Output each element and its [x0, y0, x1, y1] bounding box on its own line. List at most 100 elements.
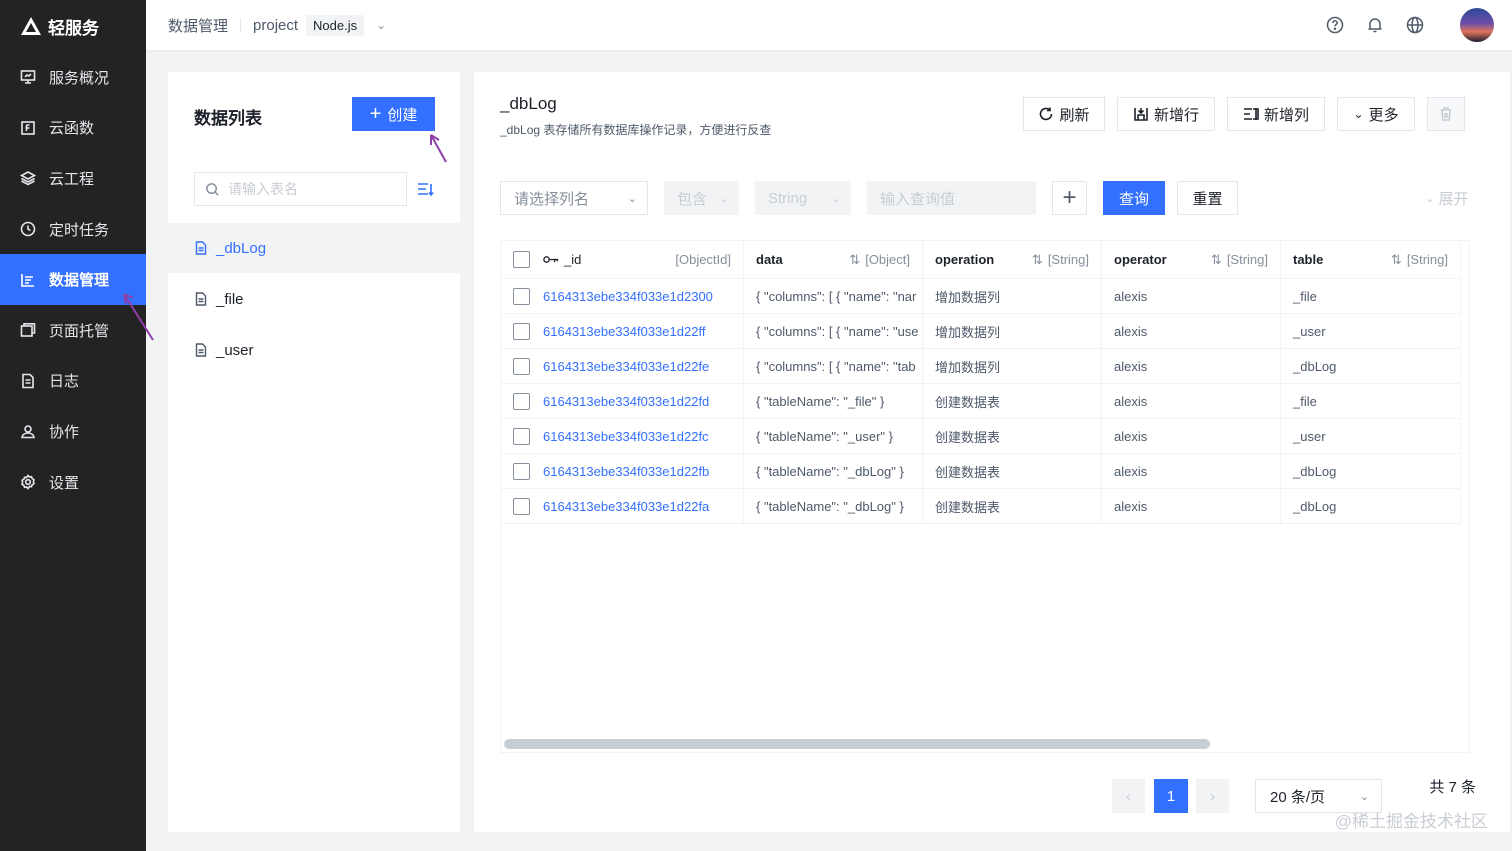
sort-arrows-icon[interactable]: ⇅	[849, 252, 860, 268]
next-page-button[interactable]: ›	[1196, 779, 1229, 813]
sort-arrows-icon[interactable]: ⇅	[1211, 252, 1222, 268]
table-row[interactable]: 6164313ebe334f033e1d2300 { "columns": [ {…	[501, 279, 1461, 314]
sort-icon[interactable]	[417, 181, 434, 197]
table-cell-table[interactable]: _dbLog	[1281, 349, 1461, 384]
reset-button[interactable]: 重置	[1177, 181, 1238, 215]
refresh-button[interactable]: 刷新	[1023, 97, 1105, 131]
row-checkbox[interactable]	[513, 497, 530, 515]
row-checkbox[interactable]	[513, 462, 530, 480]
table-cell-operator[interactable]: alexis	[1102, 279, 1281, 314]
table-row[interactable]: 6164313ebe334f033e1d22fb { "tableName": "…	[501, 454, 1461, 489]
record-id-link[interactable]: 6164313ebe334f033e1d2300	[543, 289, 713, 304]
bell-icon[interactable]	[1366, 16, 1384, 34]
table-cell-table[interactable]: _dbLog	[1281, 489, 1461, 524]
query-value-input[interactable]: 输入查询值	[867, 181, 1036, 215]
table-cell-operator[interactable]: alexis	[1102, 419, 1281, 454]
table-cell-data[interactable]: { "columns": [ { "name": "nar	[744, 279, 923, 314]
table-cell-id[interactable]: 6164313ebe334f033e1d22fd	[501, 384, 744, 419]
table-cell-id[interactable]: 6164313ebe334f033e1d22fa	[501, 489, 744, 524]
prev-page-button[interactable]: ‹	[1112, 779, 1145, 813]
nav-item-projects[interactable]: 云工程	[0, 153, 146, 204]
table-cell-id[interactable]: 6164313ebe334f033e1d22ff	[501, 314, 744, 349]
breadcrumb-section[interactable]: 数据管理	[168, 15, 228, 36]
table-cell-operator[interactable]: alexis	[1102, 489, 1281, 524]
record-id-link[interactable]: 6164313ebe334f033e1d22fe	[543, 359, 709, 374]
column-header-operation[interactable]: operation ⇅ [String]	[923, 241, 1102, 279]
table-cell-data[interactable]: { "tableName": "_dbLog" }	[744, 489, 923, 524]
record-id-link[interactable]: 6164313ebe334f033e1d22fa	[543, 499, 709, 514]
row-checkbox[interactable]	[513, 287, 530, 305]
add-condition-button[interactable]: +	[1052, 181, 1087, 215]
sort-arrows-icon[interactable]: ⇅	[1391, 252, 1402, 268]
table-row[interactable]: 6164313ebe334f033e1d22fd { "tableName": "…	[501, 384, 1461, 419]
table-cell-table[interactable]: _user	[1281, 419, 1461, 454]
row-checkbox[interactable]	[513, 427, 530, 445]
table-cell-id[interactable]: 6164313ebe334f033e1d22fc	[501, 419, 744, 454]
column-select[interactable]: 请选择列名 ⌄	[500, 181, 648, 215]
chevron-down-icon[interactable]: ⌄	[376, 18, 386, 32]
sort-arrows-icon[interactable]: ⇅	[1032, 252, 1043, 268]
table-cell-id[interactable]: 6164313ebe334f033e1d2300	[501, 279, 744, 314]
avatar[interactable]	[1460, 8, 1494, 42]
table-item-file[interactable]: _file	[168, 274, 460, 324]
globe-icon[interactable]	[1406, 16, 1424, 34]
table-cell-table[interactable]: _file	[1281, 279, 1461, 314]
type-select[interactable]: String ⌄	[755, 181, 851, 215]
column-header-operator[interactable]: operator ⇅ [String]	[1102, 241, 1281, 279]
table-cell-operation[interactable]: 创建数据表	[923, 489, 1102, 524]
table-cell-operation[interactable]: 创建数据表	[923, 454, 1102, 489]
table-row[interactable]: 6164313ebe334f033e1d22fe { "columns": [ {…	[501, 349, 1461, 384]
table-cell-data[interactable]: { "tableName": "_dbLog" }	[744, 454, 923, 489]
table-cell-operation[interactable]: 增加数据列	[923, 349, 1102, 384]
record-id-link[interactable]: 6164313ebe334f033e1d22ff	[543, 324, 705, 339]
record-id-link[interactable]: 6164313ebe334f033e1d22fd	[543, 394, 709, 409]
expand-button[interactable]: ⌄ 展开	[1422, 181, 1472, 215]
table-cell-table[interactable]: _file	[1281, 384, 1461, 419]
row-checkbox[interactable]	[513, 392, 530, 410]
nav-item-functions[interactable]: 云函数	[0, 103, 146, 154]
project-select[interactable]: Node.js	[306, 14, 365, 36]
table-cell-operator[interactable]: alexis	[1102, 349, 1281, 384]
table-cell-operator[interactable]: alexis	[1102, 454, 1281, 489]
create-button[interactable]: + 创建	[352, 97, 435, 131]
table-cell-operator[interactable]: alexis	[1102, 384, 1281, 419]
table-cell-operation[interactable]: 创建数据表	[923, 384, 1102, 419]
add-row-button[interactable]: 新增行	[1117, 97, 1215, 131]
table-item-user[interactable]: _user	[168, 325, 460, 375]
table-row[interactable]: 6164313ebe334f033e1d22ff { "columns": [ {…	[501, 314, 1461, 349]
table-cell-data[interactable]: { "columns": [ { "name": "tab	[744, 349, 923, 384]
nav-item-settings[interactable]: 设置	[0, 457, 146, 508]
row-checkbox[interactable]	[513, 322, 530, 340]
select-all-checkbox[interactable]	[513, 251, 530, 268]
column-header-table[interactable]: table ⇅ [String]	[1281, 241, 1461, 279]
table-cell-operation[interactable]: 创建数据表	[923, 419, 1102, 454]
record-id-link[interactable]: 6164313ebe334f033e1d22fc	[543, 429, 709, 444]
table-cell-table[interactable]: _dbLog	[1281, 454, 1461, 489]
table-cell-operator[interactable]: alexis	[1102, 314, 1281, 349]
help-icon[interactable]	[1326, 16, 1344, 34]
horizontal-scrollbar[interactable]	[504, 739, 1210, 749]
nav-item-collaboration[interactable]: 协作	[0, 406, 146, 457]
row-checkbox[interactable]	[513, 357, 530, 375]
record-id-link[interactable]: 6164313ebe334f033e1d22fb	[543, 464, 709, 479]
nav-item-scheduled-tasks[interactable]: 定时任务	[0, 204, 146, 255]
table-row[interactable]: 6164313ebe334f033e1d22fc { "tableName": "…	[501, 419, 1461, 454]
query-button[interactable]: 查询	[1103, 181, 1165, 215]
table-cell-operation[interactable]: 增加数据列	[923, 314, 1102, 349]
column-header-data[interactable]: data ⇅ [Object]	[744, 241, 923, 279]
nav-item-logs[interactable]: 日志	[0, 356, 146, 407]
table-cell-operation[interactable]: 增加数据列	[923, 279, 1102, 314]
table-row[interactable]: 6164313ebe334f033e1d22fa { "tableName": "…	[501, 489, 1461, 524]
table-cell-id[interactable]: 6164313ebe334f033e1d22fb	[501, 454, 744, 489]
table-cell-data[interactable]: { "columns": [ { "name": "use	[744, 314, 923, 349]
app-logo[interactable]: 轻服务	[0, 0, 146, 52]
nav-item-overview[interactable]: 服务概况	[0, 52, 146, 103]
more-button[interactable]: ⌄ 更多	[1337, 97, 1415, 131]
table-cell-table[interactable]: _user	[1281, 314, 1461, 349]
search-input[interactable]	[228, 181, 398, 197]
delete-button[interactable]	[1427, 97, 1465, 131]
table-cell-data[interactable]: { "tableName": "_user" }	[744, 419, 923, 454]
table-cell-data[interactable]: { "tableName": "_file" }	[744, 384, 923, 419]
page-number-current[interactable]: 1	[1154, 779, 1188, 813]
table-cell-id[interactable]: 6164313ebe334f033e1d22fe	[501, 349, 744, 384]
